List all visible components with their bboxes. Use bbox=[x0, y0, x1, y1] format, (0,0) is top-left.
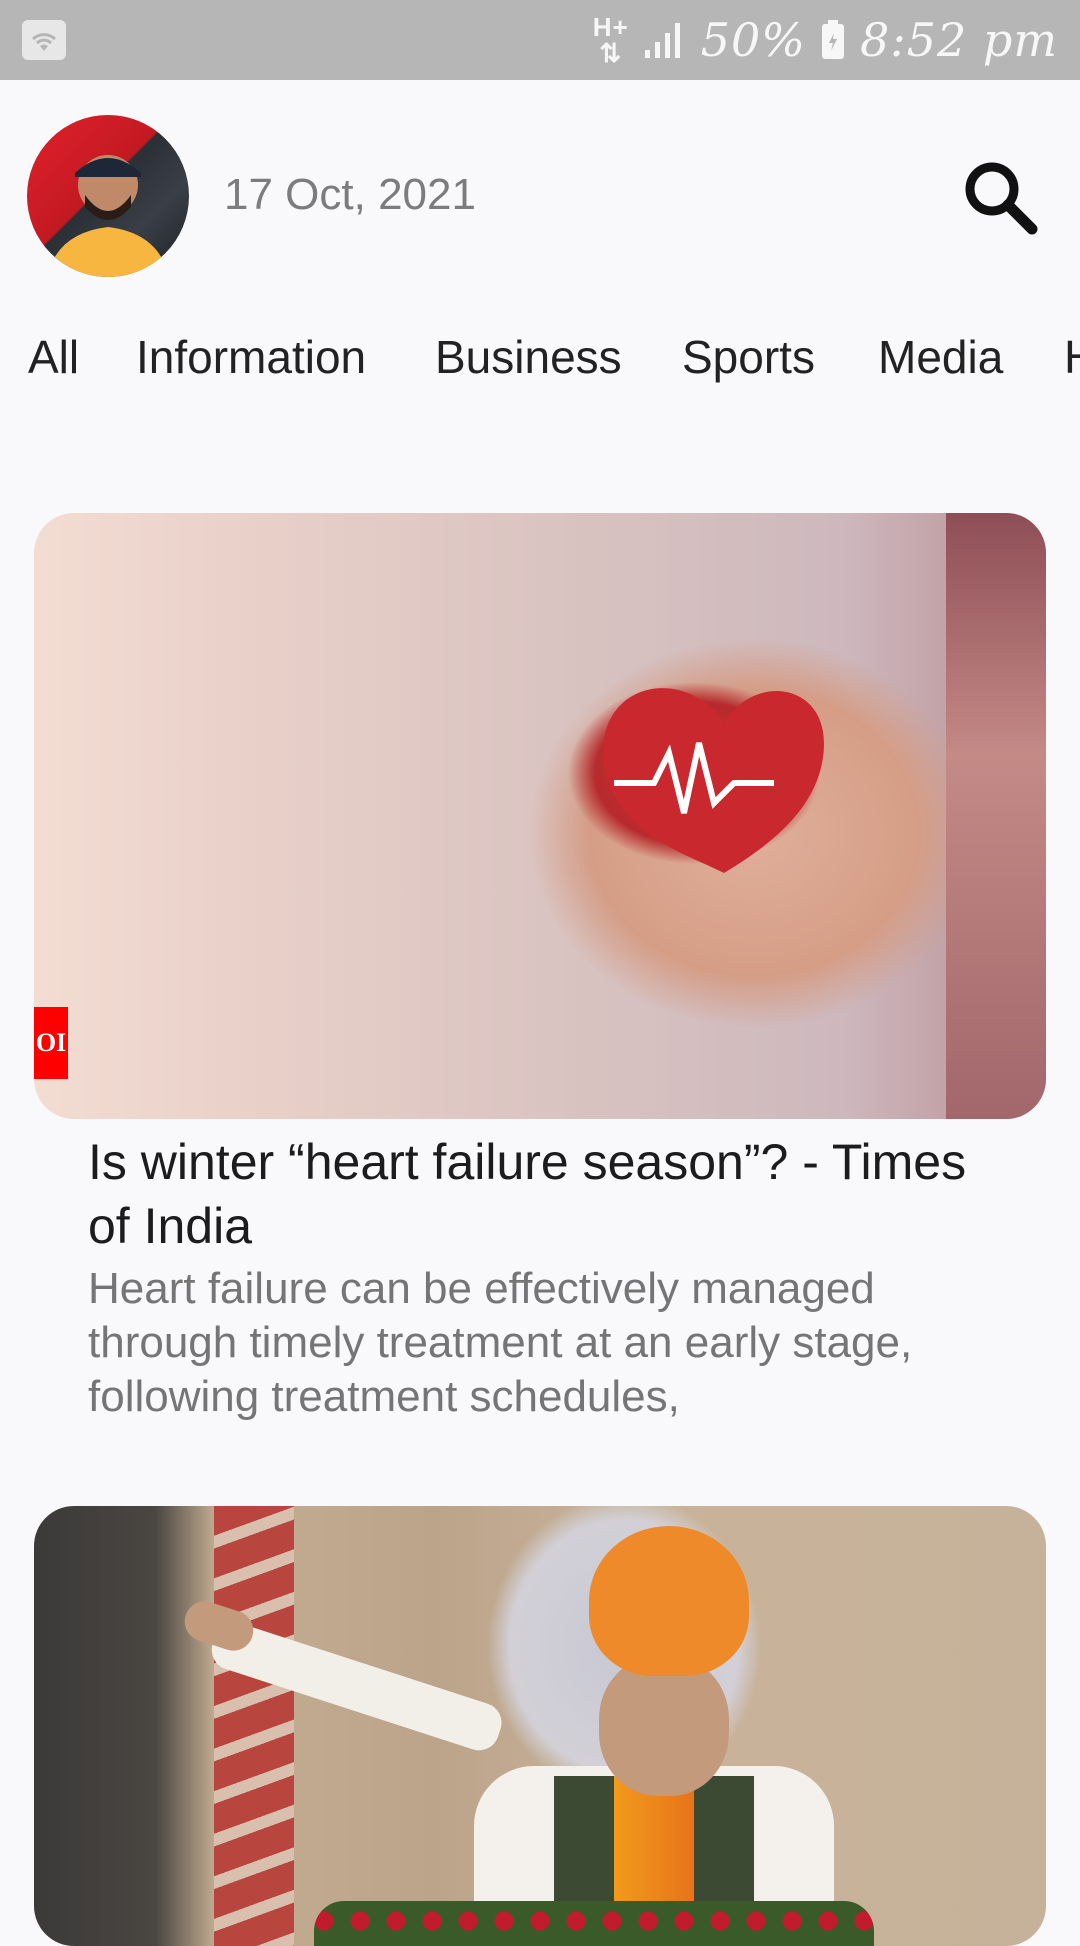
image-flowers bbox=[314, 1901, 874, 1946]
article-text[interactable]: Is winter “heart failure season”? - Time… bbox=[88, 1130, 1008, 1424]
tab-all[interactable]: All bbox=[28, 330, 79, 384]
battery-icon bbox=[820, 19, 846, 61]
tab-h[interactable]: H bbox=[1064, 330, 1080, 384]
category-tabs: All Information Business Sports Media H bbox=[0, 330, 1080, 400]
article-description: Heart failure can be effectively managed… bbox=[88, 1264, 913, 1421]
avatar[interactable] bbox=[27, 115, 189, 277]
image-turban bbox=[589, 1526, 749, 1676]
clock: 8:52 pm bbox=[860, 13, 1058, 67]
tab-media[interactable]: Media bbox=[878, 330, 1003, 384]
tab-business[interactable]: Business bbox=[435, 330, 622, 384]
source-badge: OI bbox=[34, 1007, 68, 1079]
search-icon bbox=[965, 162, 1038, 235]
network-type: H+ bbox=[592, 12, 629, 42]
tab-information[interactable]: Information bbox=[136, 330, 366, 384]
wifi-icon bbox=[22, 20, 66, 60]
heart-illustration bbox=[603, 688, 824, 873]
image-rope bbox=[214, 1506, 294, 1946]
battery-percent: 50% bbox=[700, 13, 806, 67]
signal-icon bbox=[643, 20, 687, 60]
article-image-heart[interactable]: OI bbox=[34, 513, 1046, 1119]
image-edge bbox=[946, 513, 1046, 1119]
search-button[interactable] bbox=[958, 152, 1042, 242]
app-header: 17 Oct, 2021 bbox=[0, 80, 1080, 310]
tab-sports[interactable]: Sports bbox=[682, 330, 815, 384]
article-image-rally[interactable] bbox=[34, 1506, 1046, 1946]
data-arrows-icon: H+ ⇅ bbox=[592, 12, 629, 68]
article-title[interactable]: Is winter “heart failure season”? - Time… bbox=[88, 1130, 1008, 1258]
image-face bbox=[599, 1656, 729, 1796]
avatar-photo bbox=[47, 155, 169, 277]
current-date: 17 Oct, 2021 bbox=[224, 170, 476, 219]
status-bar: H+ ⇅ 50% 8:52 pm bbox=[0, 0, 1080, 80]
